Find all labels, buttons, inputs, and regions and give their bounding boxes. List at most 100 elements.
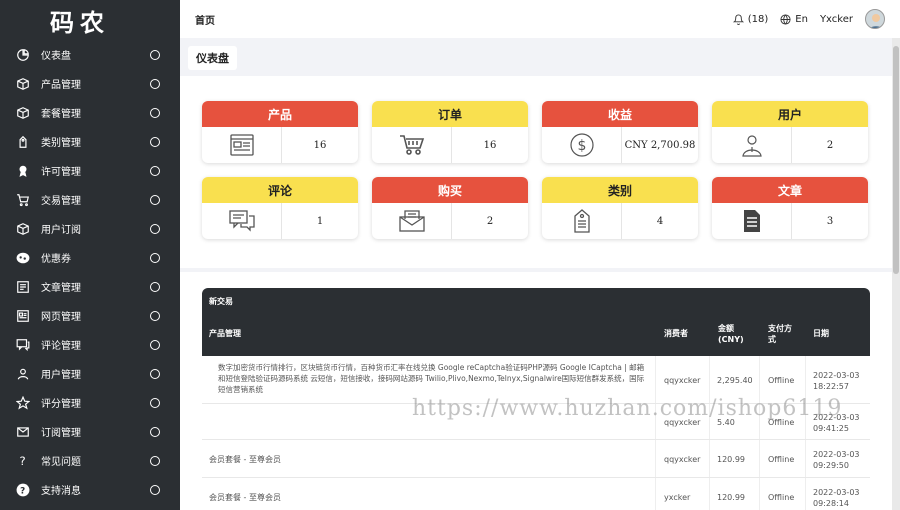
language-button[interactable]: En <box>780 14 808 25</box>
cell-payment: Offline <box>768 455 795 464</box>
radio-icon <box>150 252 160 263</box>
table-body: 数字加密货币行情排行，区块链货币行情，百种货币汇率在线兑换 Google reC… <box>202 356 870 510</box>
cell-payment: Offline <box>768 376 795 385</box>
sidebar-item-5[interactable]: 交易管理 <box>0 185 180 214</box>
stat-card[interactable]: 购买 2 <box>372 177 528 239</box>
stat-card[interactable]: 类别 4 <box>542 177 698 239</box>
sidebar-item-label: 网页管理 <box>41 312 81 323</box>
stat-card-title: 评论 <box>202 177 358 203</box>
sidebar-item-6[interactable]: 用户订阅 <box>0 214 180 243</box>
sidebar-nav: 仪表盘产品管理套餐管理类别管理许可管理交易管理用户订阅优惠券文章管理网页管理评论… <box>0 40 180 504</box>
sidebar-item-8[interactable]: 文章管理 <box>0 272 180 301</box>
cell-payment: Offline <box>768 493 795 502</box>
sidebar-item-4[interactable]: 许可管理 <box>0 156 180 185</box>
table-row[interactable]: 会员套餐 - 至尊会员 qqyxcker 120.99 Offline 2022-03-… <box>202 440 870 478</box>
stat-card-value: 2 <box>826 139 834 151</box>
cell-date: 2022-03-03 09:28:14 <box>813 488 860 508</box>
document-icon <box>712 203 792 239</box>
sidebar-item-10[interactable]: 评论管理 <box>0 330 180 359</box>
stat-card-title: 订单 <box>372 101 528 127</box>
sidebar-item-label: 仪表盘 <box>41 51 71 62</box>
cell-amount: 120.99 <box>717 455 745 464</box>
sidebar-item-14[interactable]: ? 常见问题 <box>0 446 180 475</box>
dashboard-icon <box>14 46 32 64</box>
radio-icon <box>150 310 160 321</box>
home-link[interactable]: 首页 <box>195 12 215 27</box>
stat-card[interactable]: 收益 $ CNY 2,700.98 <box>542 101 698 163</box>
box-icon <box>14 220 32 238</box>
cart-icon <box>372 127 452 163</box>
stat-card-title: 购买 <box>372 177 528 203</box>
sidebar-item-label: 优惠券 <box>41 254 71 265</box>
stat-card-value: 16 <box>313 139 327 151</box>
sidebar-item-label: 类别管理 <box>41 138 81 149</box>
scrollbar-thumb[interactable] <box>893 46 899 274</box>
comment-icon <box>202 203 282 239</box>
stat-card-title: 用户 <box>712 101 868 127</box>
radio-icon <box>150 484 160 495</box>
stat-card[interactable]: 评论 1 <box>202 177 358 239</box>
stat-card-value: 1 <box>316 215 324 227</box>
notifications-button[interactable]: (18) <box>732 14 768 25</box>
help-circle-icon: ? <box>14 481 32 499</box>
sidebar-item-3[interactable]: 类别管理 <box>0 127 180 156</box>
radio-icon <box>150 78 160 89</box>
radio-icon <box>150 281 160 292</box>
sidebar-item-7[interactable]: 优惠券 <box>0 243 180 272</box>
sidebar-item-1[interactable]: 产品管理 <box>0 69 180 98</box>
question-icon: ? <box>14 452 32 470</box>
table-row[interactable]: 会员套餐 - 至尊会员 yxcker 120.99 Offline 2022-03-03… <box>202 478 870 510</box>
tag-icon <box>542 203 622 239</box>
sidebar-item-9[interactable]: 网页管理 <box>0 301 180 330</box>
stat-card-value: CNY 2,700.98 <box>624 139 696 151</box>
stat-card[interactable]: 产品 16 <box>202 101 358 163</box>
sidebar-item-15[interactable]: ? 支持消息 <box>0 475 180 504</box>
username[interactable]: Yxcker <box>820 14 853 25</box>
stat-card-value: 2 <box>486 215 494 227</box>
radio-icon <box>150 107 160 118</box>
language-label: En <box>795 13 808 25</box>
sidebar-item-label: 常见问题 <box>41 457 81 468</box>
cell-amount: 120.99 <box>717 493 745 502</box>
box-icon <box>14 75 32 93</box>
comment-icon <box>14 336 32 354</box>
star-icon <box>14 394 32 412</box>
svg-text:?: ? <box>20 486 25 496</box>
sidebar-item-2[interactable]: 套餐管理 <box>0 98 180 127</box>
coupon-icon <box>14 249 32 267</box>
sidebar-item-label: 评论管理 <box>41 341 81 352</box>
sidebar-item-label: 订阅管理 <box>41 428 81 439</box>
stat-card-title: 产品 <box>202 101 358 127</box>
avatar[interactable] <box>865 9 885 29</box>
cell-buyer: qqyxcker <box>664 455 701 464</box>
scrollbar[interactable] <box>892 38 900 510</box>
radio-icon <box>150 136 160 147</box>
sidebar-item-label: 用户管理 <box>41 370 81 381</box>
sidebar-item-label: 套餐管理 <box>41 109 81 120</box>
radio-icon <box>150 49 160 60</box>
column-header-amount: 金额 (CNY) <box>718 324 744 344</box>
sidebar-item-12[interactable]: 评分管理 <box>0 388 180 417</box>
sidebar-item-label: 交易管理 <box>41 196 81 207</box>
dollar-icon: $ <box>542 127 622 163</box>
sidebar-item-0[interactable]: 仪表盘 <box>0 40 180 69</box>
stat-card[interactable]: 订单 16 <box>372 101 528 163</box>
column-header-payment: 支付方 式 <box>768 324 792 344</box>
stats-panel: 产品 16 订单 16 收益 $ CNY 2,700.98 用户 2 评论 1 购买 2 类别 4 文章 3 <box>180 76 892 268</box>
stat-card[interactable]: 文章 3 <box>712 177 868 239</box>
user-icon <box>14 365 32 383</box>
stat-card-title: 收益 <box>542 101 698 127</box>
radio-icon <box>150 223 160 234</box>
sidebar-item-13[interactable]: 订阅管理 <box>0 417 180 446</box>
radio-icon <box>150 368 160 379</box>
mail-icon <box>14 423 32 441</box>
award-icon <box>14 162 32 180</box>
stat-card[interactable]: 用户 2 <box>712 101 868 163</box>
brand-logo: 码农 <box>50 8 110 37</box>
cell-amount: 2,295.40 <box>717 376 753 385</box>
mail-icon <box>372 203 452 239</box>
radio-icon <box>150 455 160 466</box>
sidebar-item-11[interactable]: 用户管理 <box>0 359 180 388</box>
column-header-product: 产品管理 <box>209 329 241 338</box>
svg-text:?: ? <box>20 454 26 468</box>
